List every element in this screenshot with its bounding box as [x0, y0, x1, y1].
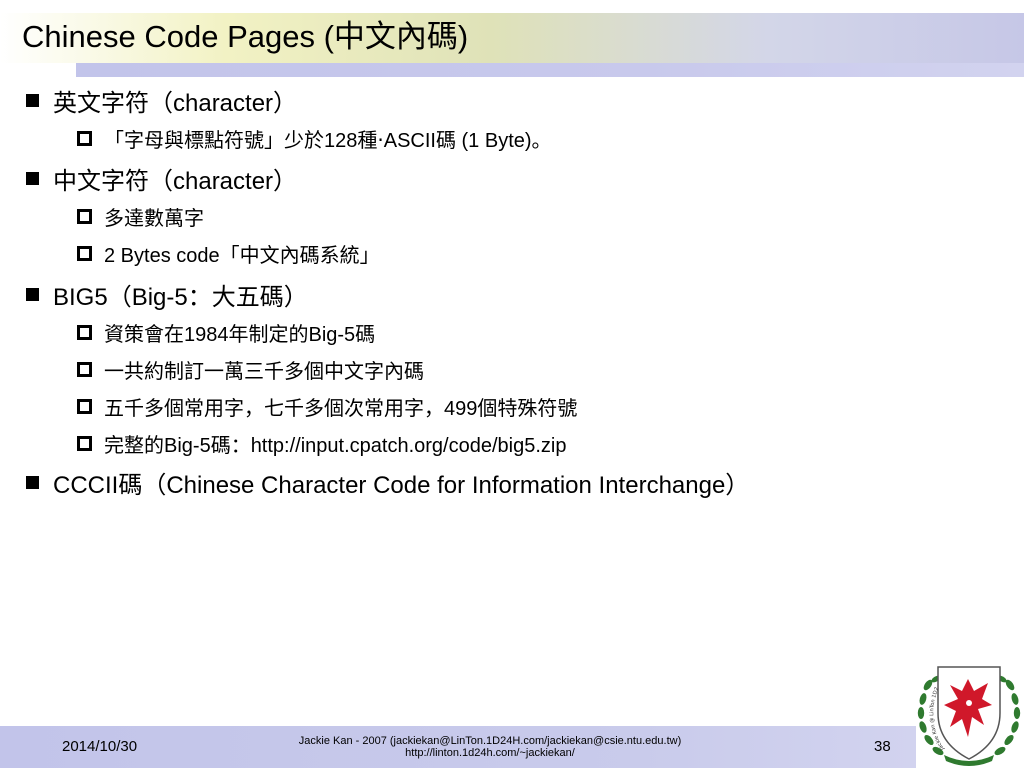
sub-bullet-item: 一共約制訂一萬三千多個中文字內碼: [77, 353, 424, 385]
filled-square-bullet-icon: [26, 171, 39, 185]
hollow-square-bullet-icon: [77, 398, 92, 414]
bullet-item: 中文字符（character）: [26, 160, 297, 196]
slide-title: Chinese Code Pages (中文內碼): [22, 19, 469, 54]
footer-credit-line-2: http://linton.1d24h.com/~jackiekan/: [405, 747, 575, 759]
bullet-text: 英文字符（character）: [53, 89, 298, 117]
filled-square-bullet-icon: [26, 93, 39, 107]
sub-bullet-text: 2 Bytes code「中文內碼系統」: [104, 244, 380, 267]
bullet-text: 中文字符（character）: [53, 167, 298, 195]
hollow-square-bullet-icon: [77, 245, 92, 261]
bullet-text: BIG5（Big-5：大五碼）: [53, 283, 308, 311]
title-underbar: [76, 63, 1024, 77]
sub-bullet-item: 五千多個常用字，七千多個次常用字，499個特殊符號: [77, 390, 577, 422]
bullet-text: CCCII碼（Chinese Character Code for Inform…: [53, 471, 750, 499]
sub-bullet-item: 多達數萬字: [77, 200, 204, 232]
bullet-item: BIG5（Big-5：大五碼）: [26, 276, 308, 312]
sub-bullet-text: 一共約制訂一萬三千多個中文字內碼: [104, 360, 424, 383]
page-number: 38: [874, 738, 891, 755]
hollow-square-bullet-icon: [77, 208, 92, 224]
hollow-square-bullet-icon: [77, 361, 92, 377]
filled-square-bullet-icon: [26, 475, 39, 489]
sub-bullet-text: 完整的Big-5碼：http://input.cpatch.org/code/b…: [104, 434, 567, 457]
sub-bullet-text: 五千多個常用字，七千多個次常用字，499個特殊符號: [104, 397, 578, 420]
school-crest-icon: Jackie Kan @ LinTon 1D24H.COM: [914, 655, 1021, 766]
footer-credit-line-1: Jackie Kan - 2007 (jackiekan@LinTon.1D24…: [298, 735, 682, 747]
bullet-item: CCCII碼（Chinese Character Code for Inform…: [26, 464, 749, 500]
sub-bullet-item: 2 Bytes code「中文內碼系統」: [77, 237, 380, 269]
bullet-item: 英文字符（character）: [26, 82, 297, 118]
filled-square-bullet-icon: [26, 287, 39, 301]
sub-bullet-item: 資策會在1984年制定的Big-5碼: [77, 316, 375, 348]
sub-bullet-text: 多達數萬字: [104, 207, 204, 230]
hollow-square-bullet-icon: [77, 324, 92, 340]
sub-bullet-text: 資策會在1984年制定的Big-5碼: [104, 323, 376, 346]
sub-bullet-text: 「字母與標點符號」少於128種‧ASCII碼 (1 Byte)。: [104, 129, 552, 152]
footer-date: 2014/10/30: [62, 738, 138, 755]
sub-bullet-item: 完整的Big-5碼：http://input.cpatch.org/code/b…: [77, 427, 566, 459]
footer-credit: Jackie Kan - 2007 (jackiekan@LinTon.1D24…: [270, 735, 710, 759]
hollow-square-bullet-icon: [77, 130, 92, 146]
hollow-square-bullet-icon: [77, 435, 92, 451]
sub-bullet-item: 「字母與標點符號」少於128種‧ASCII碼 (1 Byte)。: [77, 122, 552, 154]
